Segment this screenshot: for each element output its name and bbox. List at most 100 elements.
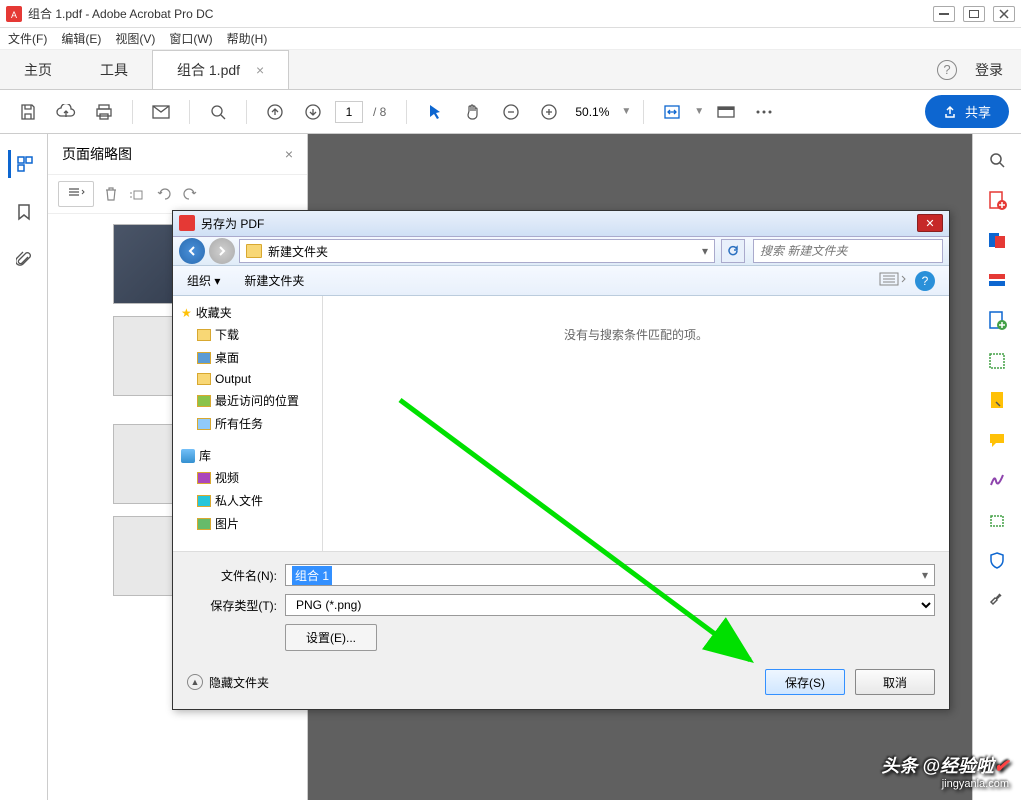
pdf-dialog-icon (179, 215, 195, 231)
tree-personal[interactable]: 私人文件 (181, 489, 314, 512)
address-bar[interactable]: 新建文件夹 ▾ (239, 239, 715, 263)
bookmark-rail-icon[interactable] (10, 198, 38, 226)
dialog-title: 另存为 PDF (201, 215, 911, 232)
search-input[interactable] (753, 239, 943, 263)
thumbnails-rail-icon[interactable] (8, 150, 36, 178)
next-page-icon[interactable] (297, 96, 329, 128)
zoom-out-icon[interactable] (495, 96, 527, 128)
attachment-rail-icon[interactable] (10, 246, 38, 274)
page-number-input[interactable] (335, 101, 363, 123)
tree-output[interactable]: Output (181, 369, 314, 389)
right-rail (973, 134, 1021, 800)
login-link[interactable]: 登录 (975, 60, 1003, 80)
search-icon[interactable] (202, 96, 234, 128)
fit-width-icon[interactable] (656, 96, 688, 128)
compress-icon[interactable] (985, 348, 1009, 372)
zoom-in-icon[interactable] (533, 96, 565, 128)
tree-recent[interactable]: 最近访问的位置 (181, 389, 314, 412)
dialog-help-icon[interactable]: ? (915, 271, 935, 291)
fill-sign-icon[interactable] (985, 388, 1009, 412)
hide-folders-toggle[interactable]: ▲ 隐藏文件夹 (187, 674, 269, 691)
dialog-nav: 新建文件夹 ▾ (173, 237, 949, 267)
delete-thumb-icon[interactable] (104, 186, 118, 202)
left-rail (0, 134, 48, 800)
close-button[interactable] (993, 6, 1015, 22)
edit-pdf-icon[interactable] (985, 228, 1009, 252)
sign-icon[interactable] (985, 468, 1009, 492)
minimize-button[interactable] (933, 6, 955, 22)
cancel-button[interactable]: 取消 (855, 669, 935, 695)
filetype-select[interactable]: PNG (*.png) (285, 594, 935, 616)
zoom-level[interactable]: 50.1% (571, 103, 613, 121)
menu-window[interactable]: 窗口(W) (169, 30, 212, 47)
tab-document[interactable]: 组合 1.pdf × (152, 50, 289, 89)
address-path: 新建文件夹 (268, 243, 328, 260)
window-title: 组合 1.pdf - Adobe Acrobat Pro DC (28, 5, 933, 22)
selection-tool-icon[interactable] (419, 96, 451, 128)
library-icon (181, 449, 195, 463)
folder-icon (246, 244, 262, 258)
tree-pictures[interactable]: 图片 (181, 512, 314, 535)
tab-close-icon[interactable]: × (256, 62, 264, 78)
dialog-titlebar[interactable]: 另存为 PDF ✕ (173, 211, 949, 237)
chevron-up-icon: ▲ (187, 674, 203, 690)
tasks-icon (197, 418, 211, 430)
rotate-thumb-icon[interactable] (128, 187, 146, 201)
dialog-file-list[interactable]: 没有与搜索条件匹配的项。 (323, 296, 949, 551)
help-icon[interactable]: ? (937, 60, 957, 80)
read-mode-icon[interactable] (710, 96, 742, 128)
menu-view[interactable]: 视图(V) (115, 30, 155, 47)
tab-tools[interactable]: 工具 (76, 50, 152, 89)
cloud-upload-icon[interactable] (50, 96, 82, 128)
view-mode-icon[interactable] (879, 271, 907, 291)
tree-favorites[interactable]: ★收藏夹 (181, 302, 314, 323)
share-icon (943, 105, 957, 119)
hand-tool-icon[interactable] (457, 96, 489, 128)
tree-libraries[interactable]: 库 (181, 445, 314, 466)
menubar: 文件(F) 编辑(E) 视图(V) 窗口(W) 帮助(H) (0, 28, 1021, 50)
dialog-close-button[interactable]: ✕ (917, 214, 943, 232)
create-pdf-icon[interactable] (985, 188, 1009, 212)
new-folder-button[interactable]: 新建文件夹 (244, 272, 304, 289)
thumb-panel-close-icon[interactable]: × (285, 146, 293, 162)
menu-file[interactable]: 文件(F) (8, 30, 47, 47)
tree-videos[interactable]: 视频 (181, 466, 314, 489)
settings-button[interactable]: 设置(E)... (285, 624, 377, 651)
optimize-icon[interactable] (985, 508, 1009, 532)
filename-input[interactable]: 组合 1▾ (285, 564, 935, 586)
tree-desktop[interactable]: 桌面 (181, 346, 314, 369)
organize-button[interactable]: 组织 ▾ (187, 272, 220, 289)
menu-help[interactable]: 帮助(H) (227, 30, 268, 47)
comment-icon[interactable] (985, 428, 1009, 452)
address-dropdown-icon[interactable]: ▾ (702, 244, 708, 258)
menu-edit[interactable]: 编辑(E) (61, 30, 101, 47)
print-icon[interactable] (88, 96, 120, 128)
share-button[interactable]: 共享 (925, 95, 1009, 128)
tab-home[interactable]: 主页 (0, 50, 76, 89)
more-icon[interactable] (748, 96, 780, 128)
dialog-sidebar[interactable]: ★收藏夹 下载 桌面 Output 最近访问的位置 所有任务 库 视频 私人文件… (173, 296, 323, 551)
refresh-button[interactable] (721, 239, 745, 263)
rotate-left-thumb-icon[interactable] (156, 186, 172, 202)
protect-icon[interactable] (985, 548, 1009, 572)
fit-dropdown-icon[interactable]: ▼ (694, 106, 704, 117)
rotate-right-thumb-icon[interactable] (182, 186, 198, 202)
maximize-button[interactable] (963, 6, 985, 22)
prev-page-icon[interactable] (259, 96, 291, 128)
export-pdf-icon[interactable] (985, 268, 1009, 292)
email-icon[interactable] (145, 96, 177, 128)
share-label: 共享 (965, 102, 991, 121)
save-button[interactable]: 保存(S) (765, 669, 845, 695)
organize-pages-icon[interactable] (985, 308, 1009, 332)
more-tools-icon[interactable] (985, 588, 1009, 612)
empty-message: 没有与搜索条件匹配的项。 (564, 328, 708, 342)
watermark-sub: jingyanla.com (881, 778, 1009, 790)
zoom-dropdown-icon[interactable]: ▼ (621, 106, 631, 117)
thumb-options-dropdown[interactable] (58, 181, 94, 207)
nav-back-button[interactable] (179, 238, 205, 264)
search-right-icon[interactable] (985, 148, 1009, 172)
nav-forward-button[interactable] (209, 238, 235, 264)
tree-all-tasks[interactable]: 所有任务 (181, 412, 314, 435)
save-icon[interactable] (12, 96, 44, 128)
tree-downloads[interactable]: 下载 (181, 323, 314, 346)
